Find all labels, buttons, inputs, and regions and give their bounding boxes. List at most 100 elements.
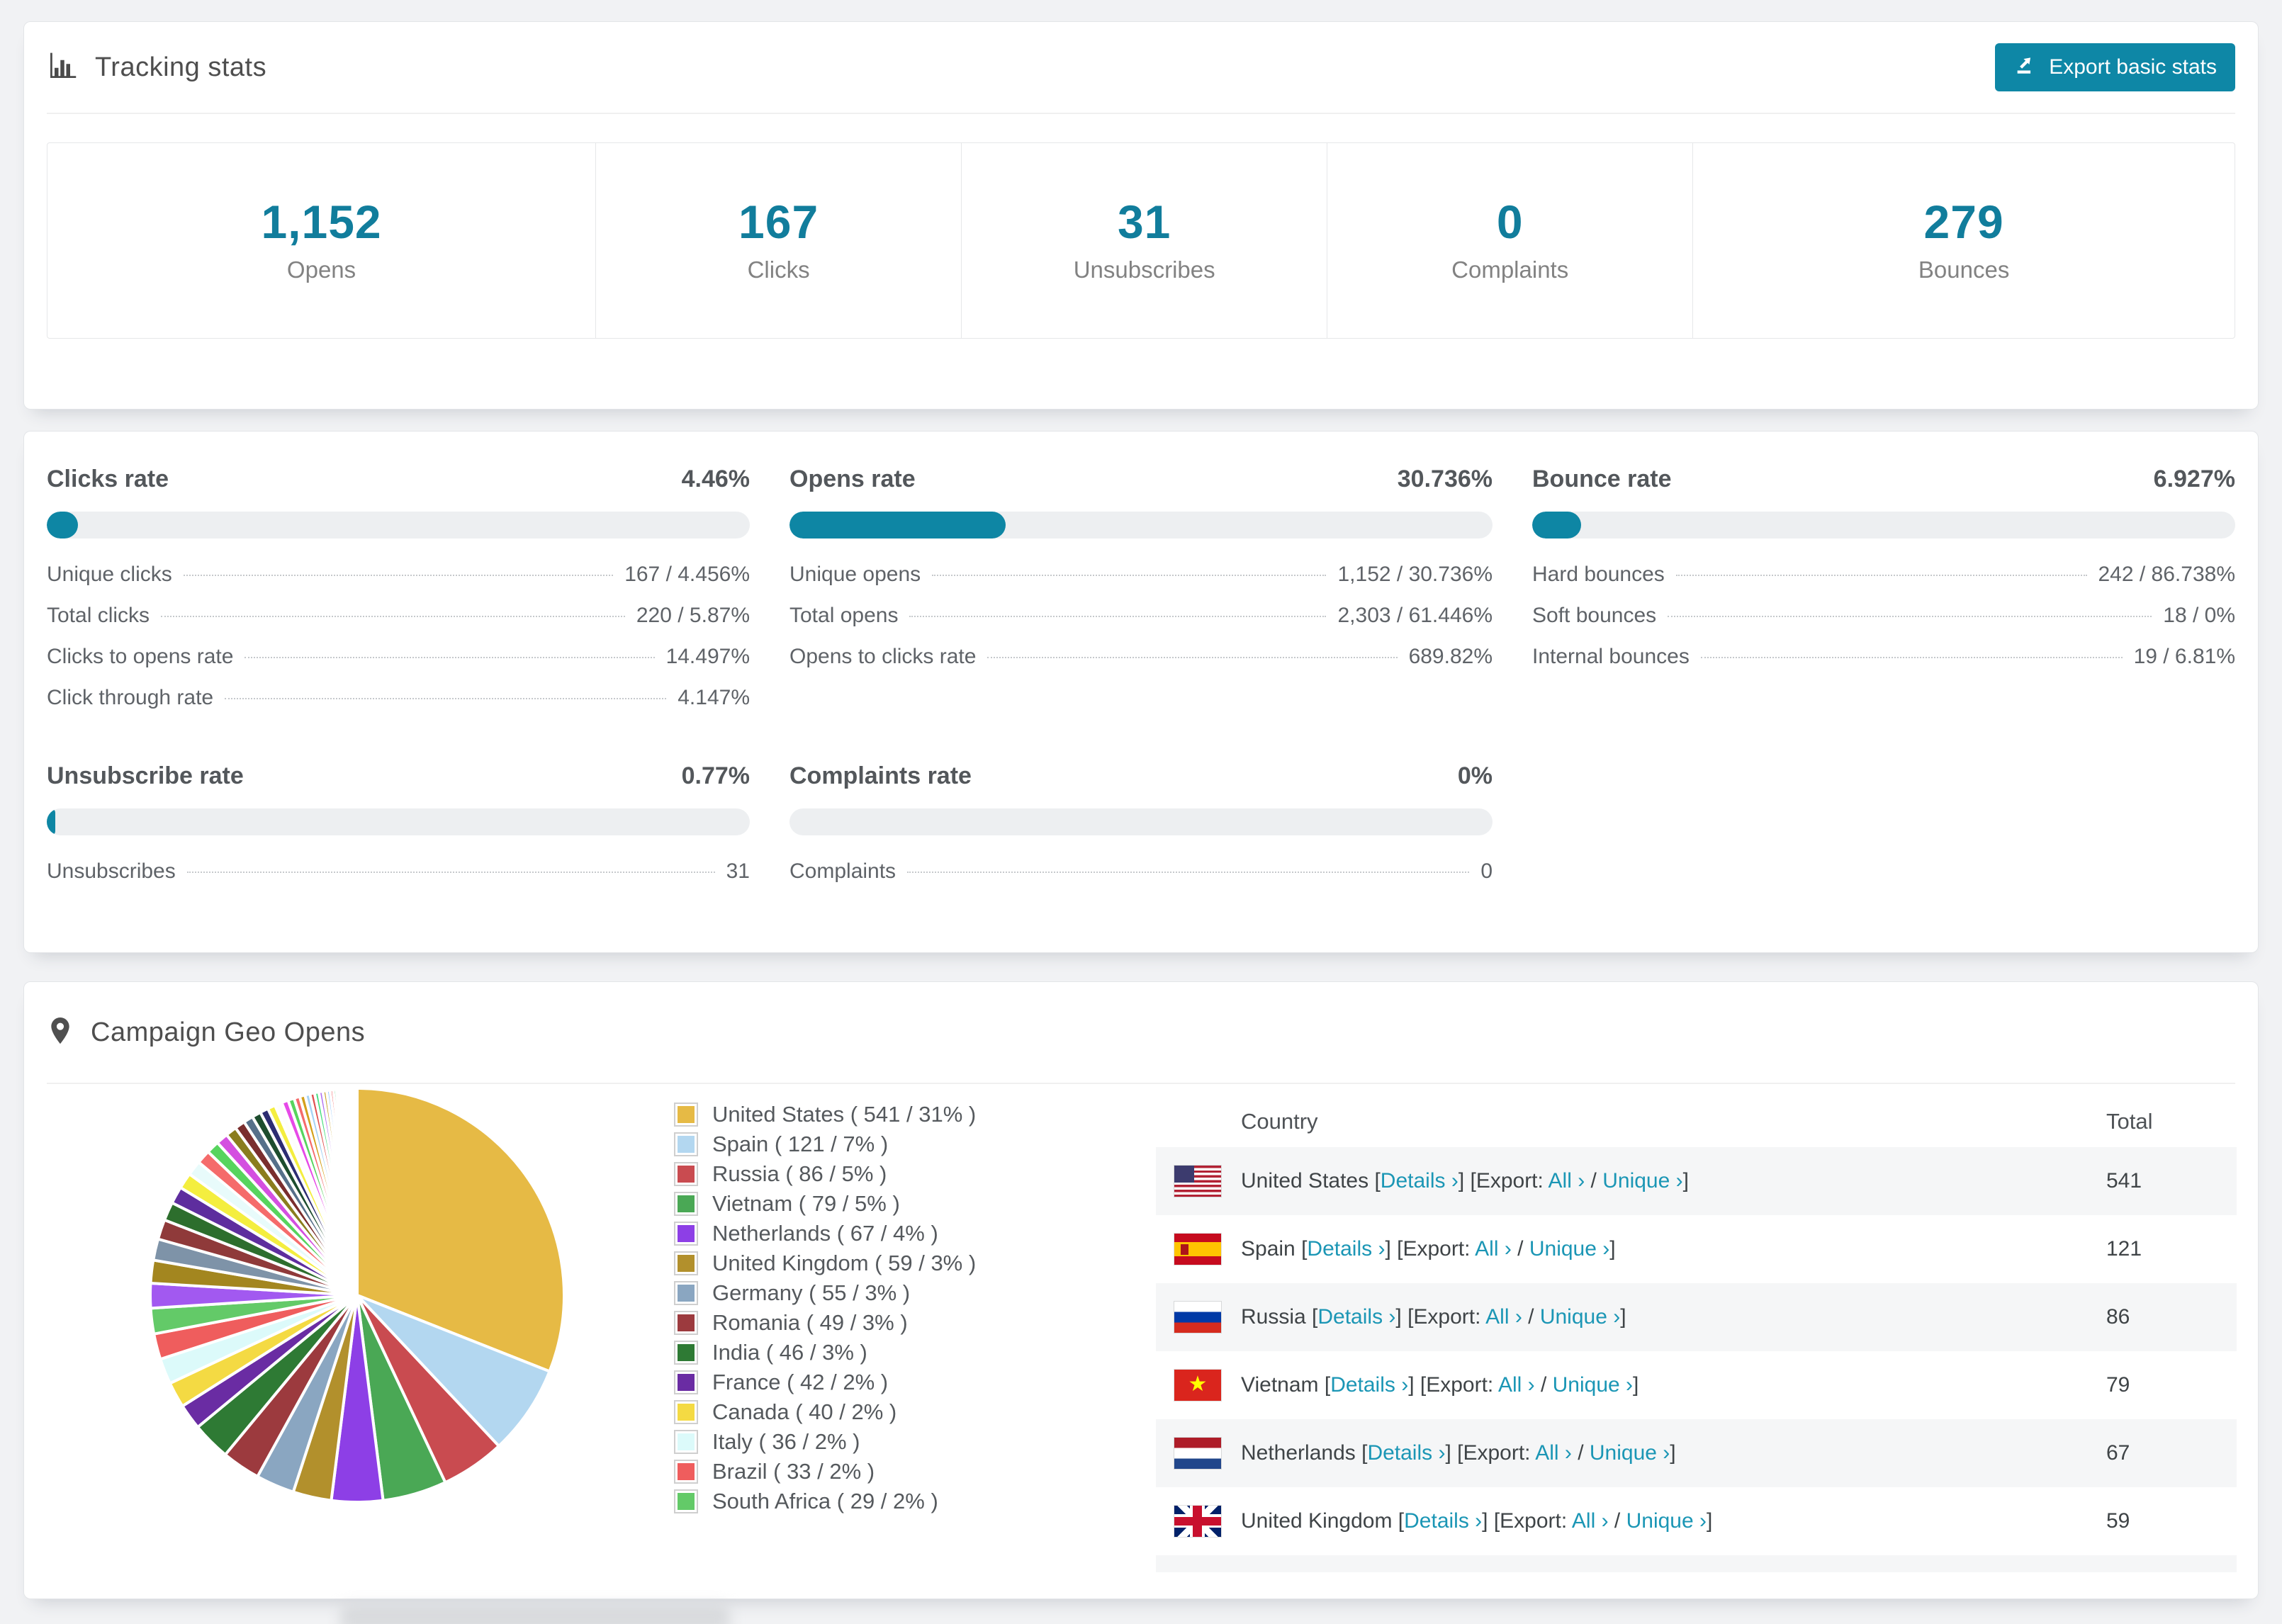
rate-stat-label: Total clicks (47, 604, 150, 627)
legend-item[interactable]: Spain ( 121 / 7% ) (674, 1129, 976, 1159)
vn-flag-icon (1174, 1370, 1221, 1401)
details-link[interactable]: Details › (1381, 1169, 1458, 1192)
complaints-rate-block: Complaints rate 0% Complaints 0 (789, 762, 1493, 901)
legend-item[interactable]: Russia ( 86 / 5% ) (674, 1159, 976, 1189)
stat-label: Unsubscribes (1073, 256, 1215, 283)
legend-color-chip (674, 1400, 698, 1424)
rate-progress-fill (47, 808, 55, 835)
legend-item[interactable]: Netherlands ( 67 / 4% ) (674, 1219, 976, 1248)
rate-stat-value: 689.82% (1408, 645, 1493, 668)
dotted-leader (932, 575, 1327, 576)
rate-stat-row: Clicks to opens rate 14.497% (47, 645, 750, 686)
gb-flag-icon (1174, 1506, 1221, 1537)
legend-item[interactable]: Italy ( 36 / 2% ) (674, 1427, 976, 1457)
us-flag-icon (1174, 1166, 1221, 1197)
geo-table-row: Spain [Details ›] [Export: All › / Uniqu… (1156, 1215, 2237, 1283)
rate-stat-label: Opens to clicks rate (789, 645, 977, 668)
legend-color-chip (674, 1281, 698, 1305)
export-unique-link[interactable]: Unique › (1529, 1237, 1609, 1261)
dotted-leader (909, 616, 1327, 617)
stat-value: 279 (1923, 195, 2004, 248)
legend-item[interactable]: Romania ( 49 / 3% ) (674, 1308, 976, 1338)
rate-stat-label: Click through rate (47, 686, 214, 709)
stat-value: 1,152 (261, 195, 382, 248)
campaign-geo-opens-card: Campaign Geo Opens United States ( 541 /… (23, 981, 2259, 1599)
details-link[interactable]: Details › (1404, 1509, 1482, 1533)
total-cell: 55 (2085, 1555, 2237, 1572)
summary-stat-unsubscribes: 31 Unsubscribes (962, 143, 1328, 338)
details-link[interactable]: Details › (1307, 1237, 1385, 1261)
legend-item[interactable]: United Kingdom ( 59 / 3% ) (674, 1248, 976, 1278)
legend-item[interactable]: United States ( 541 / 31% ) (674, 1100, 976, 1129)
legend-item[interactable]: Canada ( 40 / 2% ) (674, 1397, 976, 1427)
dotted-leader (987, 657, 1398, 658)
legend-label: Vietnam ( 79 / 5% ) (712, 1191, 900, 1216)
details-link[interactable]: Details › (1317, 1305, 1395, 1329)
stat-label: Bounces (1918, 256, 2010, 283)
total-cell: 59 (2106, 1509, 2130, 1533)
stat-value: 31 (1117, 195, 1171, 248)
details-link[interactable]: Details › (1330, 1373, 1408, 1397)
es-flag-icon (1174, 1234, 1221, 1265)
export-all-link[interactable]: All › (1475, 1237, 1512, 1261)
geo-table-row: Russia [Details ›] [Export: All › / Uniq… (1156, 1283, 2237, 1351)
rates-card: Clicks rate 4.46% Unique clicks 167 / 4.456… (23, 431, 2259, 953)
legend-item[interactable]: Brazil ( 33 / 2% ) (674, 1457, 976, 1487)
rate-head: Clicks rate 4.46% (47, 466, 750, 493)
export-unique-link[interactable]: Unique › (1626, 1509, 1707, 1533)
dotted-leader (183, 575, 614, 576)
dotted-leader (244, 657, 655, 658)
legend-color-chip (674, 1132, 698, 1156)
stat-label: Complaints (1451, 256, 1569, 283)
rate-progress-fill (47, 512, 79, 538)
export-unique-link[interactable]: Unique › (1602, 1169, 1682, 1192)
rate-stat-label: Internal bounces (1532, 645, 1690, 668)
export-unique-link[interactable]: Unique › (1540, 1305, 1620, 1329)
rate-stat-value: 167 / 4.456% (624, 563, 750, 586)
details-link[interactable]: Details › (1367, 1441, 1445, 1465)
rates-grid: Clicks rate 4.46% Unique clicks 167 / 4.456… (24, 432, 2258, 901)
legend-color-chip (674, 1192, 698, 1216)
export-unique-link[interactable]: Unique › (1590, 1441, 1670, 1465)
rate-stat-value: 1,152 / 30.736% (1337, 563, 1493, 586)
summary-stat-bounces: 279 Bounces (1693, 143, 2235, 338)
page-title: Tracking stats (95, 52, 267, 82)
export-all-link[interactable]: All › (1548, 1169, 1585, 1192)
map-pin-icon (47, 1016, 74, 1049)
legend-item[interactable]: India ( 46 / 3% ) (674, 1338, 976, 1368)
rate-progress-bar (789, 512, 1493, 538)
total-cell: 86 (2106, 1305, 2130, 1329)
legend-item[interactable]: Germany ( 55 / 3% ) (674, 1278, 976, 1308)
legend-color-chip (674, 1311, 698, 1335)
legend-item[interactable]: South Africa ( 29 / 2% ) (674, 1487, 976, 1516)
export-all-link[interactable]: All › (1498, 1373, 1535, 1397)
rate-stat-label: Soft bounces (1532, 604, 1657, 627)
geo-table-row: United States [Details ›] [Export: All ›… (1156, 1147, 2237, 1215)
pie-slice[interactable] (354, 1086, 359, 1296)
summary-stat-complaints: 0 Complaints (1327, 143, 1694, 338)
rate-stat-value: 0 (1480, 859, 1493, 883)
stat-value: 0 (1496, 195, 1524, 248)
country-cell: Germany [Details ›] [Export: All › / Uni… (1241, 1555, 2085, 1572)
export-unique-link[interactable]: Unique › (1553, 1373, 1633, 1397)
export-basic-stats-button[interactable]: Export basic stats (1995, 43, 2235, 91)
rate-stat-row: Hard bounces 242 / 86.738% (1532, 563, 2235, 604)
export-all-link[interactable]: All › (1535, 1441, 1572, 1465)
legend-item[interactable]: Vietnam ( 79 / 5% ) (674, 1189, 976, 1219)
stat-value: 167 (738, 195, 819, 248)
rate-value: 30.736% (1397, 466, 1493, 492)
legend-label: United States ( 541 / 31% ) (712, 1102, 977, 1127)
rate-stat-row: Complaints 0 (789, 859, 1493, 901)
summary-stat-clicks: 167 Clicks (596, 143, 962, 338)
rate-progress-bar (1532, 512, 2235, 538)
legend-item[interactable]: France ( 42 / 2% ) (674, 1368, 976, 1397)
geo-title: Campaign Geo Opens (91, 1017, 366, 1047)
rate-stat-value: 220 / 5.87% (636, 604, 750, 627)
country-cell: Vietnam [Details ›] [Export: All › / Uni… (1241, 1373, 1639, 1397)
rate-stat-label: Unique clicks (47, 563, 172, 586)
country-cell: United States [Details ›] [Export: All ›… (1241, 1169, 1689, 1192)
geo-opens-pie-chart[interactable] (145, 1083, 570, 1508)
export-all-link[interactable]: All › (1485, 1305, 1522, 1329)
export-all-link[interactable]: All › (1572, 1509, 1609, 1533)
bounce-rate-block: Bounce rate 6.927% Hard bounces 242 / 86.73… (1532, 466, 2235, 727)
